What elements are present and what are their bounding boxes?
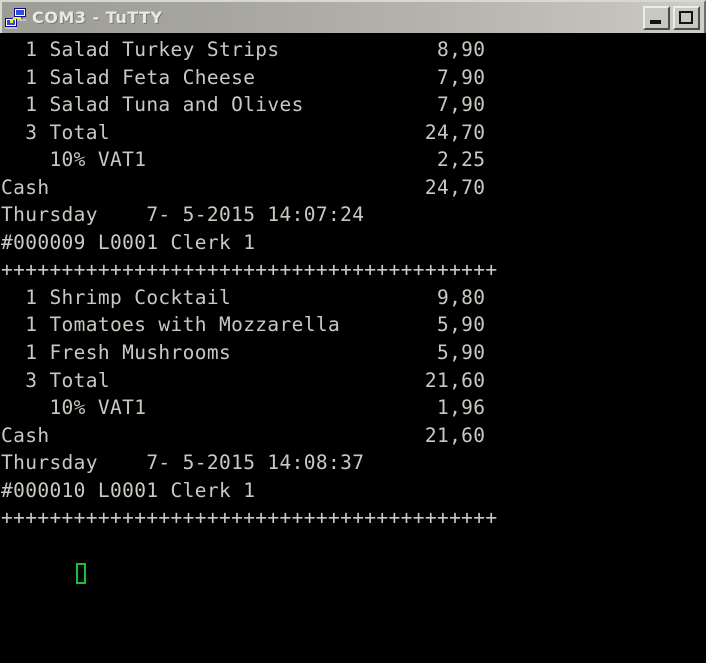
terminal-separator-line: ++++++++++++++++++++++++++++++++++++++++… <box>1 506 498 530</box>
terminal-line: 10% VAT1 1,96 <box>1 396 486 420</box>
maximize-button[interactable] <box>673 5 700 30</box>
network-computers-icon <box>5 7 27 29</box>
terminal-line: 1 Salad Tuna and Olives 7,90 <box>1 93 486 117</box>
terminal-line: Cash 24,70 <box>1 175 486 199</box>
maximize-icon <box>679 10 693 24</box>
window-controls <box>643 5 700 30</box>
terminal-line: 1 Shrimp Cocktail 9,80 <box>1 285 486 309</box>
terminal-line: Cash 21,60 <box>1 423 486 447</box>
terminal-line: 1 Salad Turkey Strips 8,90 <box>1 38 486 61</box>
terminal-line: #000009 L0001 Clerk 1 <box>1 230 256 254</box>
minimize-icon <box>650 19 661 24</box>
terminal-line: Thursday 7- 5-2015 14:07:24 <box>1 203 365 227</box>
terminal-output[interactable]: 1 Salad Turkey Strips 8,90 1 Salad Feta … <box>0 33 706 663</box>
terminal-line: 3 Total 24,70 <box>1 120 486 144</box>
terminal-line: 3 Total 21,60 <box>1 368 486 392</box>
terminal-line: 1 Tomatoes with Mozzarella 5,90 <box>1 313 486 337</box>
terminal-line: 1 Salad Feta Cheese 7,90 <box>1 65 486 89</box>
window-titlebar[interactable]: COM3 - TuTTY <box>0 0 706 36</box>
tutty-terminal-window: COM3 - TuTTY 1 Salad Turkey Strips 8,90 … <box>0 0 706 663</box>
terminal-line: 1 Fresh Mushrooms 5,90 <box>1 341 486 365</box>
terminal-line: 10% VAT1 2,25 <box>1 148 486 172</box>
terminal-separator-line: ++++++++++++++++++++++++++++++++++++++++… <box>1 258 498 282</box>
terminal-line: Thursday 7- 5-2015 14:08:37 <box>1 451 365 475</box>
terminal-cursor-line <box>1 532 706 585</box>
minimize-button[interactable] <box>643 5 670 30</box>
text-cursor <box>75 563 86 585</box>
terminal-line: #000010 L0001 Clerk 1 <box>1 478 256 502</box>
window-title: COM3 - TuTTY <box>32 8 163 27</box>
